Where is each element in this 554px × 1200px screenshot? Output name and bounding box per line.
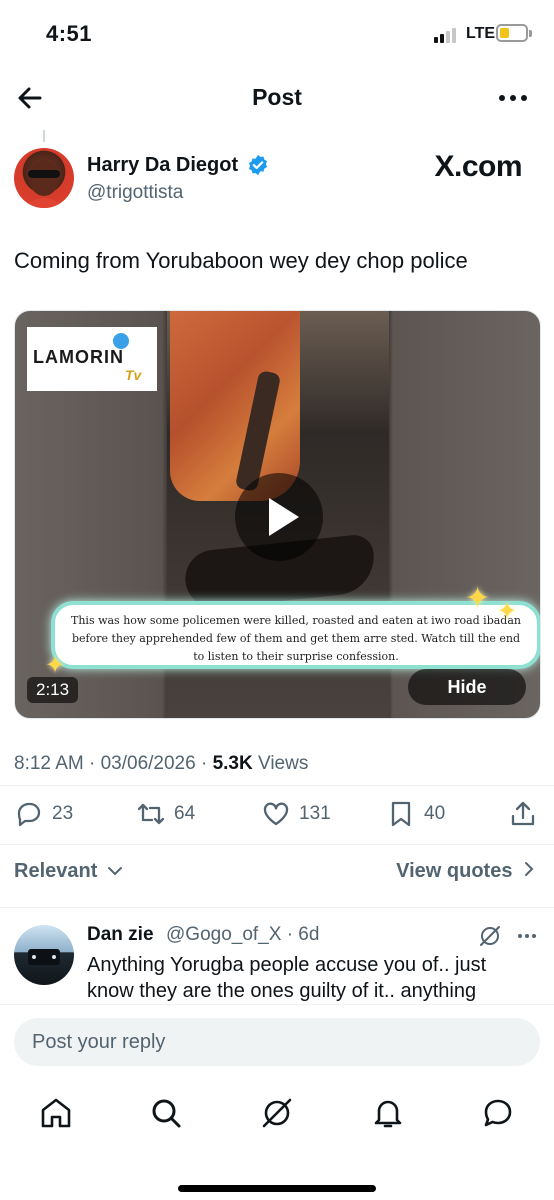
reply-author-name[interactable]: Dan zie	[87, 924, 154, 946]
author-name[interactable]: Harry Da Diegot	[87, 154, 238, 177]
home-icon	[41, 1098, 71, 1128]
tab-search[interactable]	[148, 1095, 184, 1131]
reply-text: Anything Yorugba people accuse you of.. …	[87, 954, 487, 1002]
repost-icon	[137, 803, 165, 825]
post-timestamp: 8:12 AM · 03/06/2026 ·	[14, 753, 208, 774]
divider	[0, 785, 554, 786]
sparkle-icon: ✦	[45, 652, 66, 679]
hide-button[interactable]: Hide	[408, 669, 526, 705]
post-actions: 23 64 131 40	[0, 797, 554, 833]
like-button[interactable]: 131	[261, 797, 331, 831]
divider	[0, 907, 554, 908]
bell-icon	[374, 1100, 402, 1128]
author-handle[interactable]: @trigottista	[87, 182, 183, 204]
tab-notifications[interactable]	[370, 1095, 406, 1131]
thread-line	[43, 130, 45, 142]
reply-button[interactable]: 23	[14, 797, 73, 831]
more-icon	[499, 95, 527, 101]
grok-icon	[262, 1098, 292, 1128]
x-watermark: X.com	[434, 150, 522, 183]
play-button[interactable]	[235, 473, 323, 561]
status-time: 4:51	[46, 21, 93, 46]
sort-dropdown[interactable]: Relevant	[14, 860, 123, 883]
tab-grok[interactable]	[259, 1095, 295, 1131]
repost-count: 64	[174, 803, 196, 824]
sparkle-icon: ✦	[497, 598, 518, 625]
reply-avatar[interactable]	[14, 925, 74, 985]
bookmark-button[interactable]: 40	[386, 797, 445, 831]
heart-icon	[263, 802, 289, 826]
reply-input-placeholder: Post your reply	[32, 1030, 166, 1053]
views-count[interactable]: 5.3K	[213, 753, 253, 774]
post-header: Post	[0, 70, 554, 126]
reply-author-handle[interactable]: @Gogo_of_X · 6d	[166, 924, 319, 946]
views-label: Views	[258, 753, 309, 774]
post-meta: 8:12 AM · 03/06/2026 · 5.3K Views	[14, 753, 308, 775]
share-icon	[511, 801, 535, 826]
more-options-button[interactable]	[496, 84, 530, 112]
home-indicator	[178, 1185, 376, 1192]
bookmark-icon	[391, 801, 411, 827]
bookmark-count: 40	[424, 803, 446, 824]
tab-bar	[0, 1095, 554, 1135]
repost-button[interactable]: 64	[136, 797, 195, 831]
chevron-down-icon	[107, 867, 122, 876]
like-count: 131	[299, 803, 331, 824]
reply-icon	[17, 802, 41, 827]
tab-home[interactable]	[38, 1095, 74, 1131]
post-text: Coming from Yorubaboon wey dey chop poli…	[14, 248, 468, 273]
channel-logo: LAMORIN Tv	[27, 327, 157, 391]
network-label: LTE	[466, 25, 496, 42]
avatar-image	[22, 160, 66, 208]
message-icon	[484, 1099, 512, 1127]
tab-messages[interactable]	[480, 1095, 516, 1131]
reply-avatar-image	[28, 949, 60, 965]
view-quotes-link[interactable]: View quotes	[396, 860, 536, 883]
video-media[interactable]: LAMORIN Tv This was how some policemen w…	[14, 310, 541, 719]
bottom-area: Post your reply	[0, 1004, 554, 1200]
channel-logo-sub: Tv	[125, 367, 142, 383]
video-caption: This was how some policemen were killed,…	[71, 614, 521, 663]
signal-icon	[434, 27, 460, 43]
microphone-icon	[113, 333, 129, 349]
chevron-right-icon	[525, 862, 534, 876]
status-bar: 4:51 LTE	[0, 0, 554, 66]
divider	[0, 844, 554, 845]
search-icon	[152, 1099, 181, 1128]
more-icon[interactable]	[516, 926, 538, 946]
sparkle-icon: ✦	[465, 582, 491, 615]
view-quotes-label: View quotes	[396, 860, 513, 882]
battery-low-icon	[496, 24, 532, 42]
grok-icon[interactable]	[478, 924, 502, 948]
sort-label: Relevant	[14, 860, 98, 882]
page-title: Post	[252, 84, 302, 110]
video-duration: 2:13	[27, 677, 79, 703]
share-button[interactable]	[508, 797, 538, 831]
verified-badge-icon	[248, 154, 268, 176]
author-avatar[interactable]	[14, 148, 74, 208]
channel-logo-text: LAMORIN	[33, 347, 124, 367]
reply-count: 23	[52, 803, 74, 824]
reply-input[interactable]: Post your reply	[14, 1018, 540, 1066]
